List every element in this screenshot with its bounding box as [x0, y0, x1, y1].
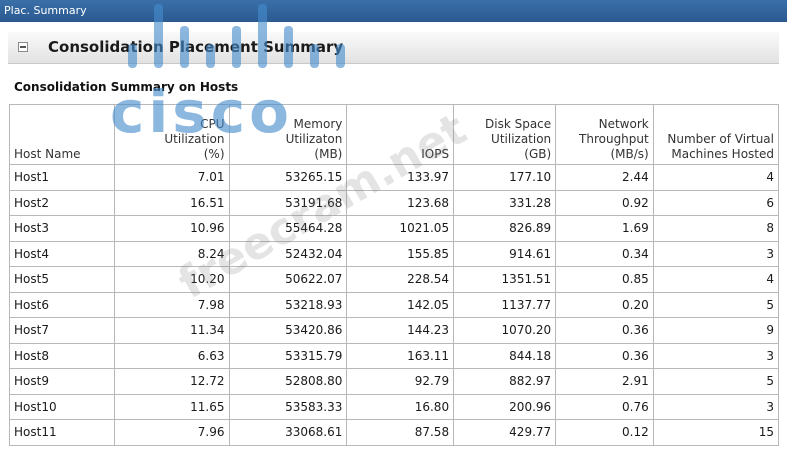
cell-vm-count: 3 [652, 393, 780, 420]
cell-disk: 1070.20 [453, 317, 557, 344]
cell-network: 0.12 [555, 419, 654, 446]
window-title: Plac. Summary [4, 4, 87, 17]
table-row[interactable]: Host9 12.72 52808.80 92.79 882.97 2.91 5 [8, 368, 780, 395]
cell-vm-count: 6 [652, 189, 780, 216]
cell-vm-count: 4 [652, 266, 780, 293]
cell-host: Host4 [8, 240, 116, 267]
table-row[interactable]: Host10 11.65 53583.33 16.80 200.96 0.76 3 [8, 393, 780, 420]
cell-network: 0.20 [555, 291, 654, 318]
table-row[interactable]: Host7 11.34 53420.86 144.23 1070.20 0.36 9 [8, 317, 780, 344]
section-title: Consolidation Placement Summary [48, 38, 344, 56]
cell-memory: 53315.79 [228, 342, 348, 369]
cell-cpu: 7.01 [114, 164, 230, 191]
column-header-vm-count[interactable]: Number of Virtual Machines Hosted [652, 104, 780, 165]
cell-disk: 844.18 [453, 342, 557, 369]
cell-cpu: 6.63 [114, 342, 230, 369]
cell-disk: 177.10 [453, 164, 557, 191]
column-header-label: Disk Space Utilization (GB) [485, 117, 552, 161]
cell-network: 2.44 [555, 164, 654, 191]
column-header-host-name[interactable]: Host Name [8, 104, 116, 165]
cell-memory: 52808.80 [228, 368, 348, 395]
cell-disk: 200.96 [453, 393, 557, 420]
cell-cpu: 10.96 [114, 215, 230, 242]
cell-vm-count: 8 [652, 215, 780, 242]
cell-network: 0.85 [555, 266, 654, 293]
table-row[interactable]: Host3 10.96 55464.28 1021.05 826.89 1.69 8 [8, 215, 780, 242]
table-row[interactable]: Host11 7.96 33068.61 87.58 429.77 0.12 15 [8, 419, 780, 446]
cell-vm-count: 3 [652, 240, 780, 267]
cell-disk: 914.61 [453, 240, 557, 267]
column-header-label: Network Throughput (MB/s) [579, 117, 649, 161]
cell-disk: 429.77 [453, 419, 557, 446]
column-header-label: Number of Virtual Machines Hosted [667, 132, 774, 161]
cell-disk: 826.89 [453, 215, 557, 242]
cell-host: Host8 [8, 342, 116, 369]
cell-memory: 53583.33 [228, 393, 348, 420]
cell-host: Host2 [8, 189, 116, 216]
cell-host: Host7 [8, 317, 116, 344]
table-row[interactable]: Host4 8.24 52432.04 155.85 914.61 0.34 3 [8, 240, 780, 267]
cell-vm-count: 3 [652, 342, 780, 369]
cell-network: 0.34 [555, 240, 654, 267]
cell-iops: 87.58 [346, 419, 455, 446]
cell-vm-count: 5 [652, 291, 780, 318]
cell-iops: 92.79 [346, 368, 455, 395]
cell-cpu: 11.34 [114, 317, 230, 344]
cell-host: Host3 [8, 215, 116, 242]
table-row[interactable]: Host8 6.63 53315.79 163.11 844.18 0.36 3 [8, 342, 780, 369]
cell-network: 0.76 [555, 393, 654, 420]
cell-cpu: 7.96 [114, 419, 230, 446]
cell-iops: 228.54 [346, 266, 455, 293]
cell-host: Host11 [8, 419, 116, 446]
cell-cpu: 12.72 [114, 368, 230, 395]
cell-disk: 1351.51 [453, 266, 557, 293]
cell-iops: 155.85 [346, 240, 455, 267]
cell-vm-count: 15 [652, 419, 780, 446]
cell-memory: 33068.61 [228, 419, 348, 446]
cell-host: Host10 [8, 393, 116, 420]
cell-network: 0.36 [555, 317, 654, 344]
cell-vm-count: 5 [652, 368, 780, 395]
cell-cpu: 16.51 [114, 189, 230, 216]
cell-memory: 53218.93 [228, 291, 348, 318]
cisco-watermark-text: cisco [110, 78, 294, 146]
cell-network: 1.69 [555, 215, 654, 242]
cell-iops: 163.11 [346, 342, 455, 369]
cell-disk: 1137.77 [453, 291, 557, 318]
cell-vm-count: 4 [652, 164, 780, 191]
cell-network: 0.36 [555, 342, 654, 369]
table-row[interactable]: Host5 10.20 50622.07 228.54 1351.51 0.85 4 [8, 266, 780, 293]
cell-host: Host5 [8, 266, 116, 293]
cell-iops: 142.05 [346, 291, 455, 318]
cell-iops: 144.23 [346, 317, 455, 344]
collapse-icon[interactable] [18, 42, 28, 52]
cell-network: 2.91 [555, 368, 654, 395]
cell-cpu: 11.65 [114, 393, 230, 420]
cell-iops: 1021.05 [346, 215, 455, 242]
column-header-network[interactable]: Network Throughput (MB/s) [555, 104, 654, 165]
cell-host: Host6 [8, 291, 116, 318]
cell-vm-count: 9 [652, 317, 780, 344]
cell-iops: 16.80 [346, 393, 455, 420]
cell-disk: 882.97 [453, 368, 557, 395]
window-title-bar: Plac. Summary [0, 0, 787, 22]
section-header: Consolidation Placement Summary [8, 32, 779, 64]
cell-disk: 331.28 [453, 189, 557, 216]
cell-host: Host1 [8, 164, 116, 191]
column-header-disk[interactable]: Disk Space Utilization (GB) [453, 104, 557, 165]
cell-host: Host9 [8, 368, 116, 395]
table-row[interactable]: Host6 7.98 53218.93 142.05 1137.77 0.20 5 [8, 291, 780, 318]
cell-memory: 53420.86 [228, 317, 348, 344]
cell-network: 0.92 [555, 189, 654, 216]
